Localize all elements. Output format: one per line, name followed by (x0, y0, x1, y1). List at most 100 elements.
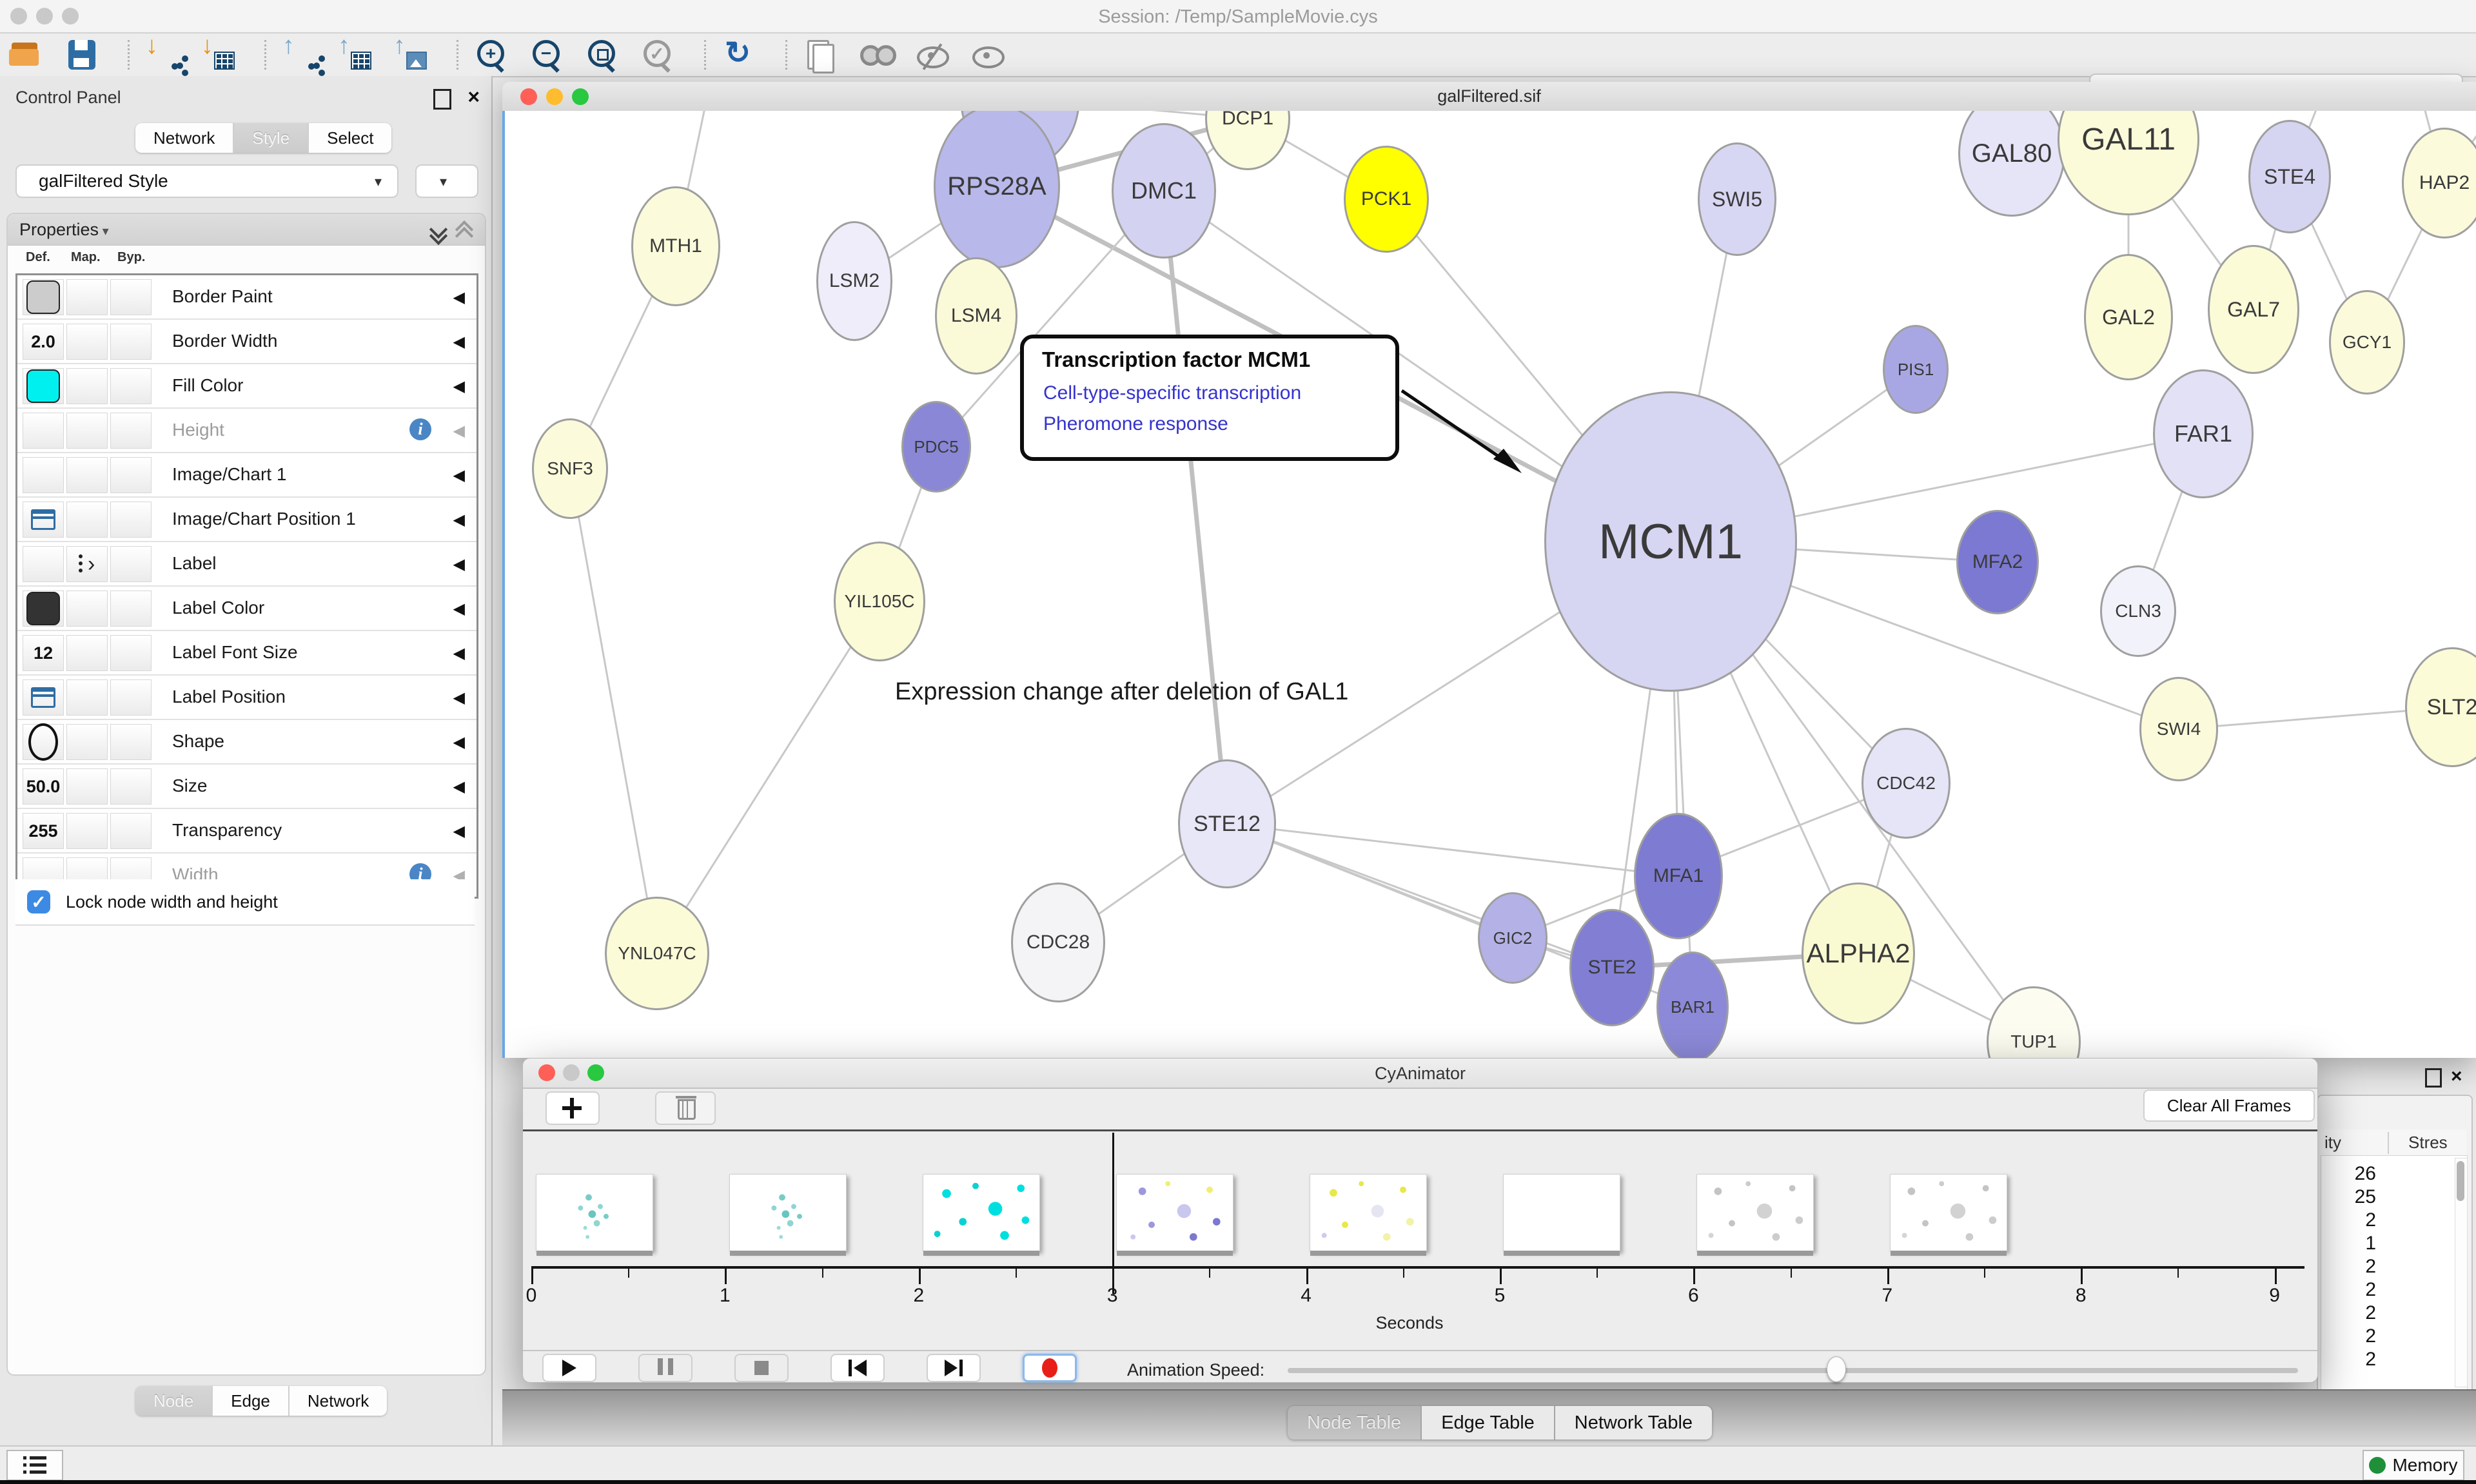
lock-node-size-checkbox[interactable]: ✓ (27, 890, 50, 913)
refresh-layout-icon[interactable] (722, 37, 757, 72)
zoom-in-icon[interactable]: + (475, 37, 509, 72)
column-header[interactable]: ity (2324, 1133, 2341, 1153)
annotation-box[interactable]: Transcription factor MCM1 Cell-type-spec… (1020, 335, 1399, 461)
property-row-fill-color[interactable]: Fill Color◀ (17, 364, 477, 409)
zoom-fit-icon[interactable] (585, 37, 620, 72)
expand-property-icon[interactable]: ◀ (453, 377, 465, 396)
property-row-border-width[interactable]: 2.0Border Width◀ (17, 320, 477, 364)
tab-style[interactable]: Style (234, 123, 309, 153)
property-row-image-chart-position-1[interactable]: Image/Chart Position 1◀ (17, 498, 477, 542)
close-panel-icon[interactable]: × (467, 86, 480, 107)
expand-property-icon[interactable]: ◀ (453, 688, 465, 707)
property-row-border-paint[interactable]: Border Paint◀ (17, 275, 477, 320)
network-node-mcm1[interactable]: MCM1 (1544, 391, 1797, 692)
collapse-all-icon[interactable] (458, 223, 469, 235)
add-frame-button[interactable] (545, 1091, 600, 1125)
network-node-alpha2[interactable]: ALPHA2 (1802, 883, 1915, 1024)
expand-property-icon[interactable]: ◀ (453, 511, 465, 529)
expand-property-icon[interactable]: ◀ (453, 555, 465, 574)
network-node-ste2[interactable]: STE2 (1569, 909, 1655, 1026)
table-scrollbar[interactable] (2455, 1158, 2468, 1387)
style-options-button[interactable]: ▾ (415, 164, 478, 198)
previous-button[interactable] (830, 1354, 885, 1382)
properties-header[interactable]: Properties (8, 214, 485, 246)
expand-property-icon[interactable]: ◀ (453, 733, 465, 752)
next-button[interactable] (927, 1354, 981, 1382)
clear-all-frames-button[interactable]: Clear All Frames (2143, 1089, 2315, 1122)
network-node-mth1[interactable]: MTH1 (631, 186, 720, 306)
property-row-height[interactable]: Heighti◀ (17, 409, 477, 453)
property-row-image-chart-1[interactable]: Image/Chart 1◀ (17, 453, 477, 498)
network-node-ste12[interactable]: STE12 (1178, 759, 1276, 888)
expand-property-icon[interactable]: ◀ (453, 422, 465, 440)
float-panel-icon[interactable] (2425, 1068, 2442, 1088)
network-node-gal2[interactable]: GAL2 (2084, 254, 2173, 380)
timeline-frame-4[interactable] (1116, 1174, 1233, 1251)
annotation-link[interactable]: Cell-type-specific transcription (1043, 382, 1301, 404)
zoom-out-icon[interactable]: − (530, 37, 565, 72)
annotation-link[interactable]: Pheromone response (1043, 413, 1228, 435)
timeline-frame-8[interactable] (1890, 1174, 2007, 1251)
tab-node[interactable]: Node (135, 1386, 213, 1416)
tab-network-bottom[interactable]: Network (290, 1386, 387, 1416)
tab-network[interactable]: Network (135, 123, 234, 153)
open-file-icon[interactable] (9, 37, 44, 72)
network-node-mfa1[interactable]: MFA1 (1634, 813, 1723, 939)
network-node-rps28a[interactable]: RPS28A (934, 111, 1060, 268)
text-annotation[interactable]: Expression change after deletion of GAL1 (895, 678, 1348, 706)
expand-property-icon[interactable]: ◀ (453, 822, 465, 841)
animation-speed-slider[interactable] (1288, 1368, 2298, 1373)
show-task-history-button[interactable] (6, 1450, 63, 1481)
memory-button[interactable]: Memory (2363, 1450, 2464, 1481)
network-node-ste4[interactable]: STE4 (2248, 120, 2331, 233)
network-node-swi4[interactable]: SWI4 (2139, 677, 2218, 781)
property-row-size[interactable]: 50.0Size◀ (17, 765, 477, 809)
timeline-frame-1[interactable] (536, 1174, 653, 1251)
first-neighbors-icon[interactable] (859, 37, 894, 72)
play-button[interactable] (542, 1354, 596, 1382)
expand-property-icon[interactable]: ◀ (453, 600, 465, 618)
network-node-snf3[interactable]: SNF3 (532, 418, 608, 519)
column-header[interactable]: Stres (2408, 1133, 2448, 1153)
export-table-icon[interactable] (338, 37, 373, 72)
pause-button[interactable] (638, 1354, 693, 1382)
property-row-label-font-size[interactable]: 12Label Font Size◀ (17, 631, 477, 676)
animation-speed-handle[interactable] (1827, 1356, 1846, 1382)
timeline-frame-3[interactable] (923, 1174, 1040, 1251)
network-node-mfa2[interactable]: MFA2 (1956, 510, 2039, 614)
timeline-frame-5[interactable] (1310, 1174, 1427, 1251)
expand-property-icon[interactable]: ◀ (453, 333, 465, 351)
network-node-pck1[interactable]: PCK1 (1344, 146, 1429, 253)
tab-select[interactable]: Select (309, 123, 391, 153)
cyanimator-titlebar[interactable]: CyAnimator (523, 1059, 2317, 1089)
zoom-selected-icon[interactable]: ✓ (641, 37, 676, 72)
save-icon[interactable] (64, 37, 99, 72)
expand-all-icon[interactable] (432, 223, 444, 235)
timeline-area[interactable]: 0123456789 Seconds (523, 1131, 2317, 1331)
network-node-cdc28[interactable]: CDC28 (1011, 883, 1105, 1002)
tab-edge-table[interactable]: Edge Table (1422, 1406, 1555, 1440)
tab-network-table[interactable]: Network Table (1555, 1406, 1712, 1440)
duplicate-document-icon[interactable] (803, 37, 838, 72)
network-node-far1[interactable]: FAR1 (2153, 369, 2254, 498)
network-node-dmc1[interactable]: DMC1 (1112, 123, 1216, 259)
timeline-frame-2[interactable] (729, 1174, 847, 1251)
timeline-frame-6[interactable] (1503, 1174, 1620, 1251)
export-image-icon[interactable] (393, 37, 428, 72)
tab-edge[interactable]: Edge (213, 1386, 290, 1416)
property-row-shape[interactable]: Shape◀ (17, 720, 477, 765)
network-node-pdc5[interactable]: PDC5 (901, 401, 971, 493)
expand-property-icon[interactable]: ◀ (453, 644, 465, 663)
timeline-frame-7[interactable] (1696, 1174, 1814, 1251)
info-icon[interactable]: i (409, 418, 431, 440)
network-node-pis1[interactable]: PIS1 (1883, 325, 1949, 414)
network-node-swi5[interactable]: SWI5 (1698, 142, 1776, 256)
expand-property-icon[interactable]: ◀ (453, 288, 465, 307)
expand-property-icon[interactable]: ◀ (453, 777, 465, 796)
stop-button[interactable] (734, 1354, 789, 1382)
delete-frame-button[interactable] (655, 1091, 716, 1125)
network-node-gal7[interactable]: GAL7 (2208, 245, 2299, 374)
import-network-icon[interactable] (146, 37, 181, 72)
network-window-titlebar[interactable]: galFiltered.sif (502, 82, 2476, 112)
network-node-bar1[interactable]: BAR1 (1656, 952, 1729, 1058)
